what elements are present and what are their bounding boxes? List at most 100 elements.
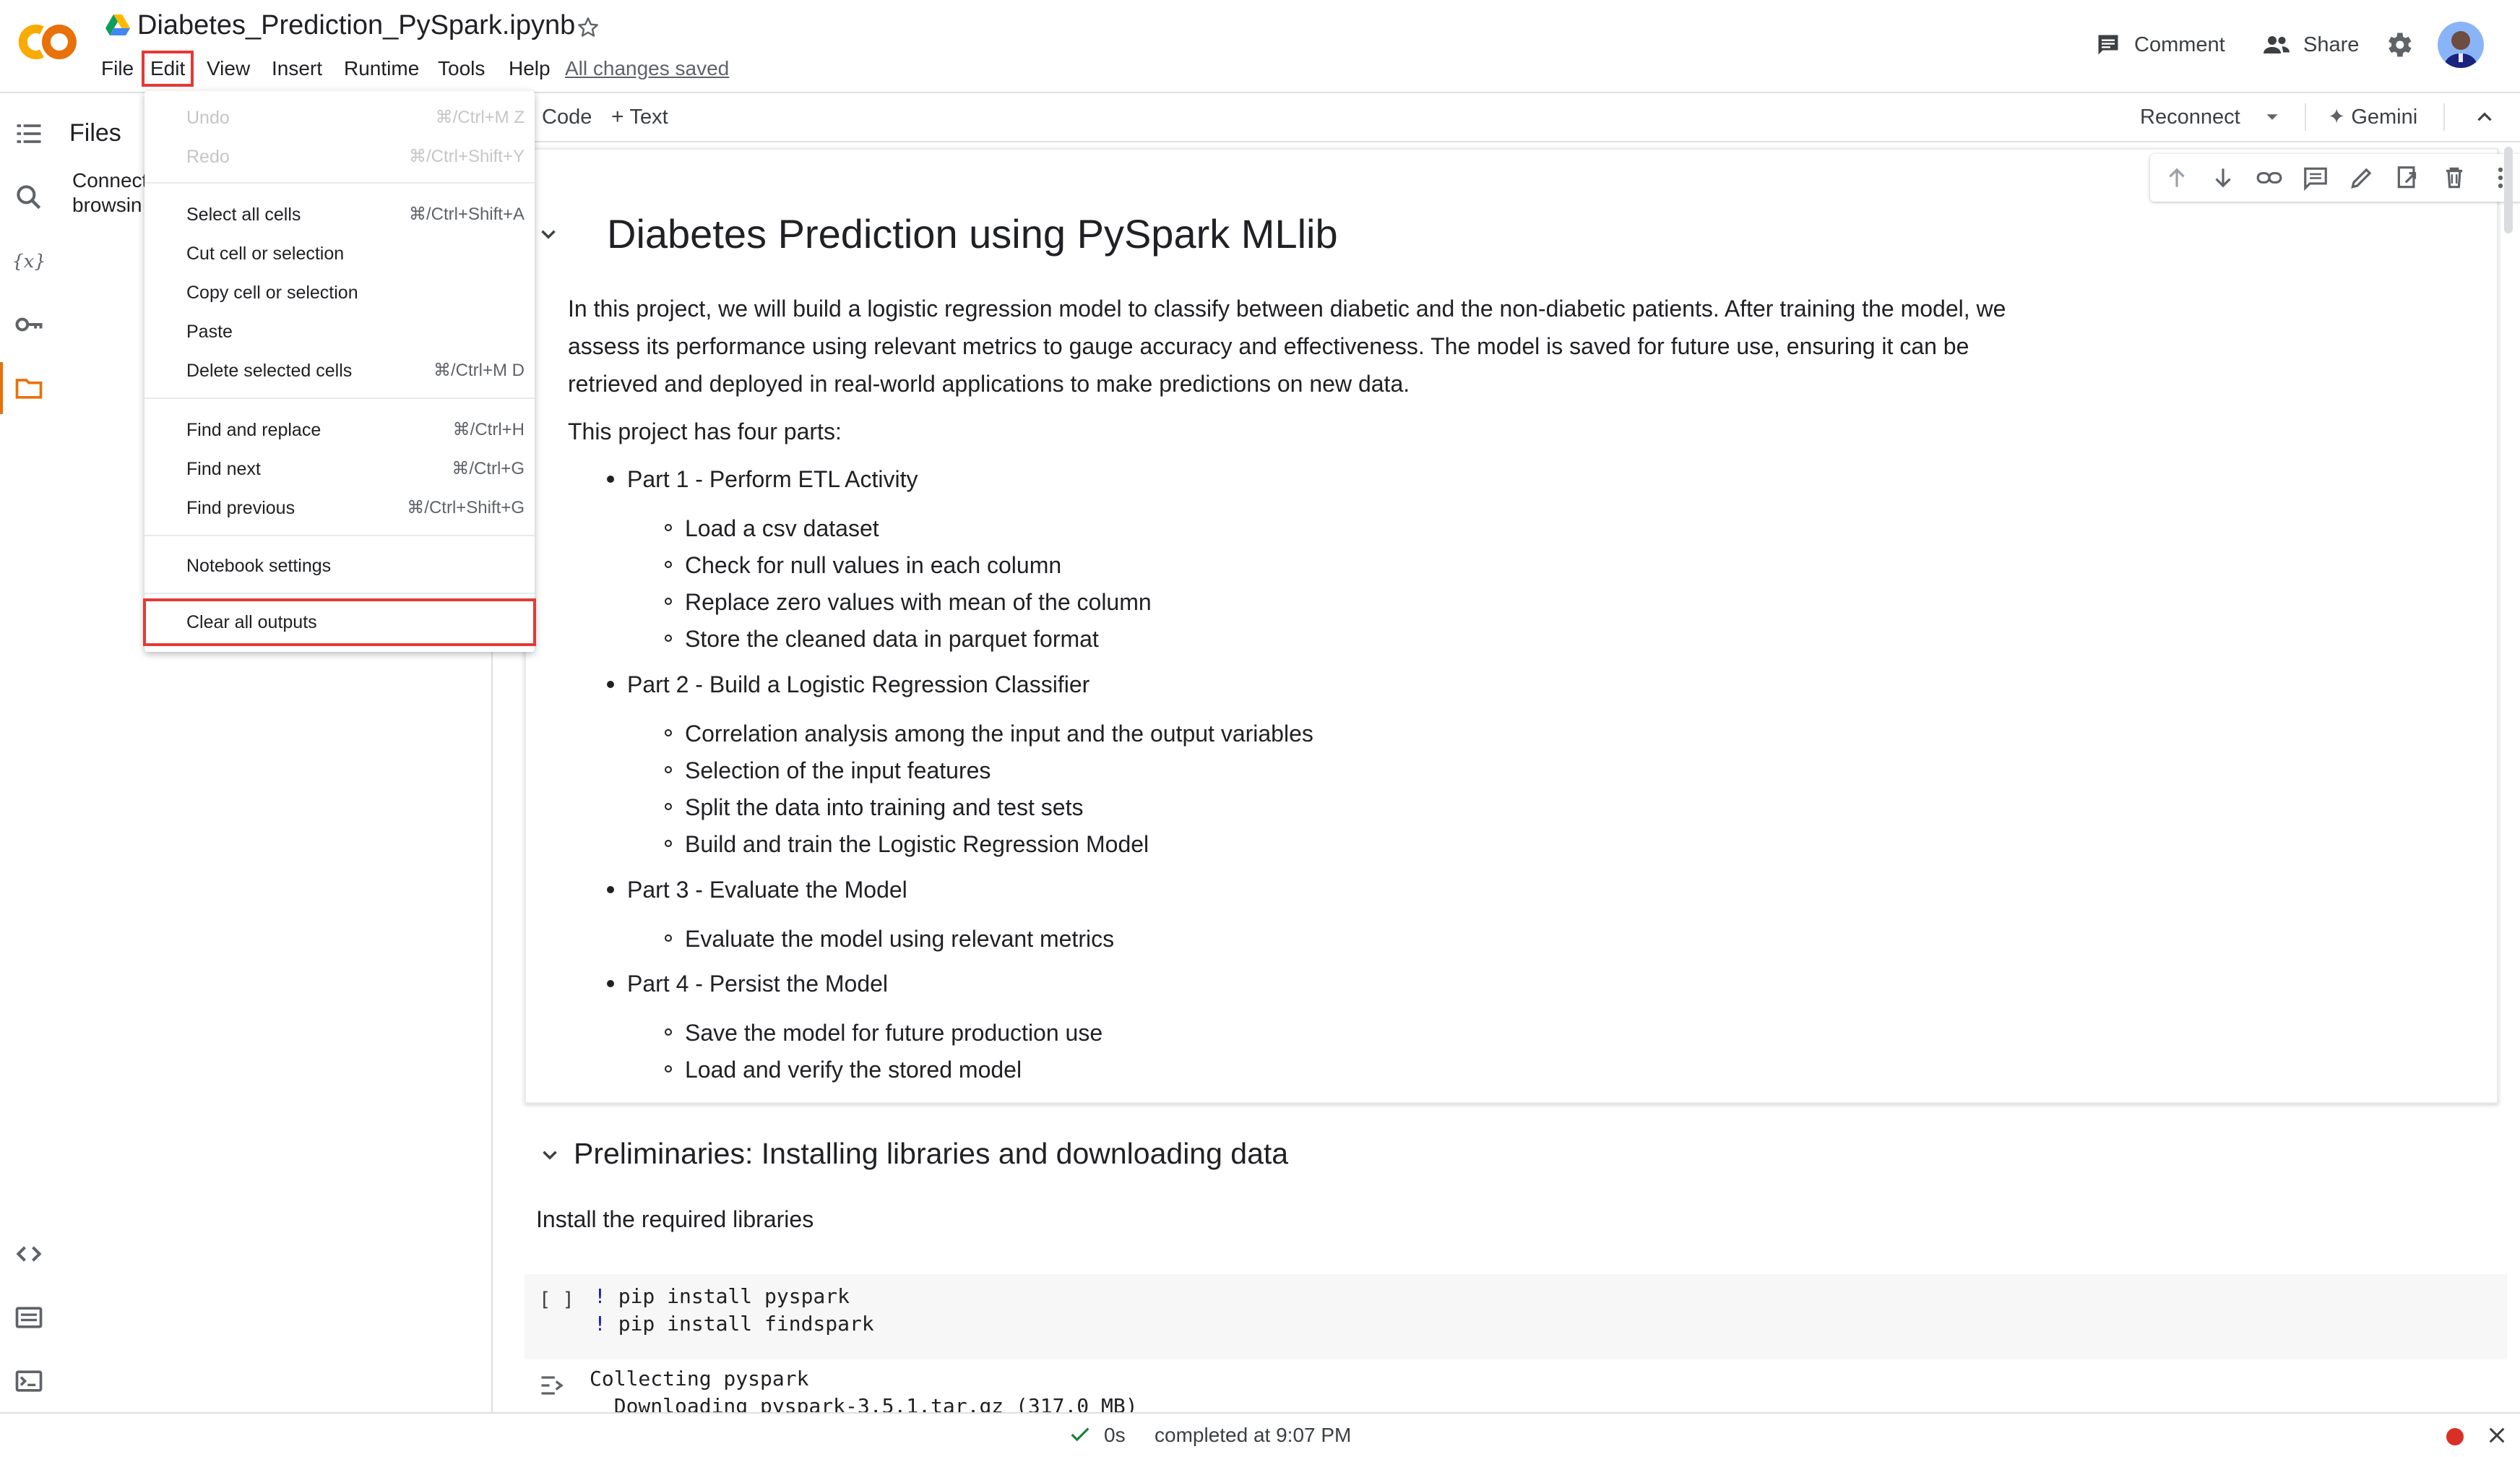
part-title: Part 3 - Evaluate the Model (607, 875, 907, 904)
toc-icon[interactable] (13, 118, 45, 150)
gemini-label: Gemini (2351, 106, 2418, 129)
menu-insert[interactable]: Insert (264, 52, 329, 85)
toolbar-divider (2305, 103, 2306, 131)
close-icon[interactable] (2485, 1424, 2508, 1447)
scrollbar-thumb[interactable] (2504, 147, 2513, 233)
intro-paragraph: In this project, we will build a logisti… (568, 290, 2157, 403)
active-tab-indicator (0, 362, 3, 414)
edit-menu: Undo ⌘/Ctrl+M Z Redo ⌘/Ctrl+Shift+Y Select… (143, 91, 536, 652)
add-text-button[interactable]: + Text (611, 93, 668, 141)
chevron-down-icon[interactable] (536, 222, 561, 246)
part-item: Selection of the input features (665, 756, 991, 785)
files-message-line-2: browsin (72, 194, 142, 216)
mirror-cell-icon[interactable] (2394, 164, 2422, 192)
execution-completed-text[interactable]: completed at 9:07 PM (1155, 1424, 1351, 1447)
code-line[interactable]: ! pip install pyspark (594, 1284, 850, 1308)
checkmark-icon (1068, 1422, 1092, 1447)
edit-icon[interactable] (2348, 164, 2376, 192)
part-item: Save the model for future production use (665, 1018, 1102, 1047)
collapse-header-icon[interactable] (2472, 105, 2497, 129)
notebook-toolbar: Code + Text Reconnect ✦ Gemini (493, 93, 2520, 142)
code-line[interactable]: ! pip install findspark (594, 1312, 874, 1336)
menu-item-cut[interactable]: Cut cell or selection (144, 234, 535, 273)
comment-icon[interactable] (2302, 164, 2329, 192)
part-item: Correlation analysis among the input and… (665, 719, 1313, 748)
menu-edit[interactable]: Edit (141, 51, 194, 87)
star-icon[interactable] (575, 14, 601, 40)
chevron-down-icon[interactable] (538, 1143, 562, 1167)
scrollbar[interactable] (2504, 142, 2516, 1412)
variables-icon[interactable]: {x} (13, 245, 45, 277)
terminal-icon[interactable] (13, 1365, 45, 1397)
menu-separator (144, 182, 535, 184)
output-line: Collecting pyspark (590, 1367, 809, 1391)
intro-line: assess its performance using relevant me… (568, 333, 1969, 359)
comment-label: Comment (2134, 33, 2225, 56)
section-heading: Preliminaries: Installing libraries and … (574, 1137, 1289, 1170)
header: Diabetes_Prediction_PySpark.ipynb File E… (0, 0, 2520, 93)
menu-item-copy[interactable]: Copy cell or selection (144, 273, 535, 312)
plus-icon: + (611, 105, 624, 129)
gemini-button[interactable]: ✦ Gemini (2328, 93, 2417, 141)
left-rail: {x} (0, 93, 59, 1412)
folder-icon[interactable] (13, 372, 45, 404)
files-panel-message: Connect browsin (72, 168, 147, 218)
notebook-title[interactable]: Diabetes_Prediction_PySpark.ipynb (137, 10, 575, 41)
parts-intro: This project has four parts: (568, 418, 842, 444)
link-icon[interactable] (2256, 164, 2283, 192)
files-message-line-1: Connect (72, 169, 148, 192)
runtime-dropdown-icon[interactable] (2261, 106, 2283, 128)
svg-text:{x}: {x} (13, 251, 45, 272)
menu-help[interactable]: Help (501, 52, 558, 85)
delete-icon[interactable] (2441, 164, 2468, 192)
arrow-down-icon[interactable] (2209, 164, 2237, 192)
menu-runtime[interactable]: Runtime (337, 52, 426, 85)
save-status-link[interactable]: All changes saved (565, 52, 729, 85)
run-cell-button[interactable]: [ ] (539, 1289, 574, 1311)
gemini-sparkle-icon: ✦ (2328, 106, 2346, 129)
part-item: Check for null values in each column (665, 551, 1061, 580)
comment-button[interactable]: Comment (2095, 27, 2225, 62)
menu-item-notebook-settings[interactable]: Notebook settings (144, 546, 535, 585)
menu-item-find-previous[interactable]: Find previous ⌘/Ctrl+Shift+G (144, 489, 535, 528)
output-line: Downloading pyspark-3.5.1.tar.gz (317.0 … (590, 1394, 1138, 1412)
comment-icon (2095, 32, 2121, 58)
menu-separator (144, 535, 535, 536)
share-people-icon (2261, 32, 2292, 58)
search-icon[interactable] (13, 181, 45, 213)
reconnect-label: Reconnect (2140, 106, 2240, 129)
notebook-heading: Diabetes Prediction using PySpark MLlib (607, 211, 1338, 257)
add-code-button[interactable]: Code (542, 93, 592, 141)
menu-item-find-replace[interactable]: Find and replace ⌘/Ctrl+H (144, 411, 535, 450)
menu-item-undo[interactable]: Undo ⌘/Ctrl+M Z (144, 98, 535, 137)
intro-line: retrieved and deployed in real-world app… (568, 371, 1410, 397)
menu-file[interactable]: File (94, 52, 141, 85)
menu-tools[interactable]: Tools (431, 52, 492, 85)
add-text-label: Text (629, 106, 668, 129)
menu-item-clear-all-outputs[interactable]: Clear all outputs (143, 598, 536, 646)
menu-view[interactable]: View (199, 52, 257, 85)
menu-item-find-next[interactable]: Find next ⌘/Ctrl+G (144, 450, 535, 489)
avatar[interactable] (2438, 22, 2484, 68)
part-item: Evaluate the model using relevant metric… (665, 924, 1114, 953)
colab-logo[interactable] (16, 17, 82, 66)
reconnect-button[interactable]: Reconnect (2140, 93, 2240, 141)
code-snippets-icon[interactable] (13, 1238, 45, 1270)
menu-item-redo[interactable]: Redo ⌘/Ctrl+Shift+Y (144, 137, 535, 176)
add-code-label: Code (542, 106, 592, 129)
files-panel-title: Files (69, 119, 121, 147)
text-cell[interactable]: Diabetes Prediction using PySpark MLlib … (525, 148, 2520, 1104)
execution-duration: 0s (1104, 1424, 1126, 1446)
output-toggle-icon[interactable] (538, 1370, 569, 1401)
menu-item-select-all-cells[interactable]: Select all cells ⌘/Ctrl+Shift+A (144, 195, 535, 234)
part-item: Split the data into training and test se… (665, 793, 1083, 822)
share-button[interactable]: Share (2261, 27, 2359, 62)
arrow-up-icon[interactable] (2163, 164, 2191, 192)
menu-item-paste[interactable]: Paste (144, 312, 535, 351)
key-icon[interactable] (13, 309, 45, 340)
menu-item-delete-cells[interactable]: Delete selected cells ⌘/Ctrl+M D (144, 351, 535, 390)
command-palette-icon[interactable] (13, 1302, 45, 1333)
gear-icon[interactable] (2383, 29, 2415, 61)
part-item: Replace zero values with mean of the col… (665, 588, 1152, 616)
code-cell[interactable]: [ ] ! pip install pyspark ! pip install … (525, 1274, 2507, 1359)
